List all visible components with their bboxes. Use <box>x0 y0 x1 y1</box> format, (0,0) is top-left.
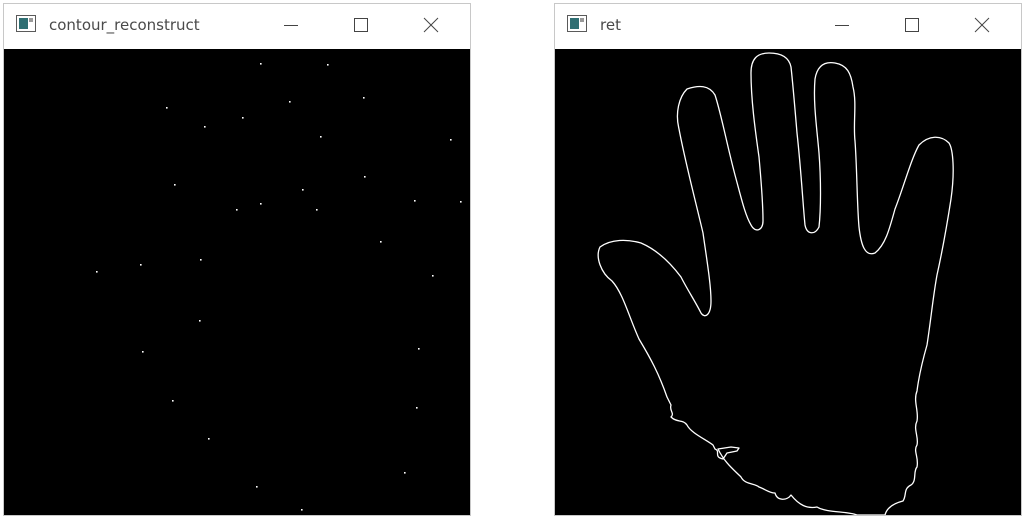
maximize-icon <box>354 18 368 32</box>
contour-point <box>432 275 434 277</box>
contour-point <box>301 509 303 511</box>
image-canvas <box>4 49 470 515</box>
app-window-icon <box>567 15 587 32</box>
contour-point <box>302 189 304 191</box>
minimize-icon <box>284 25 298 26</box>
maximize-icon <box>905 18 919 32</box>
maximize-button[interactable] <box>895 11 929 39</box>
contour-point <box>242 117 244 119</box>
minimize-button[interactable] <box>825 11 859 39</box>
window-title: contour_reconstruct <box>49 16 200 34</box>
contour-point <box>327 64 329 66</box>
title-bar[interactable]: ret <box>555 4 1021 48</box>
contour-point <box>166 107 168 109</box>
contour-point <box>200 259 202 261</box>
contour-point <box>256 486 258 488</box>
contour-point <box>414 200 416 202</box>
contour-point <box>140 264 142 266</box>
window-title: ret <box>600 16 621 34</box>
close-button[interactable] <box>965 11 999 39</box>
contour-point <box>418 348 420 350</box>
contour-point <box>316 209 318 211</box>
contour-point <box>364 176 366 178</box>
minimize-button[interactable] <box>274 11 308 39</box>
image-canvas <box>555 49 1021 515</box>
contour-point <box>96 271 98 273</box>
app-window-icon <box>16 15 36 32</box>
minimize-icon <box>835 25 849 26</box>
window-contour-reconstruct: contour_reconstruct <box>3 3 471 516</box>
contour-point <box>404 472 406 474</box>
contour-point <box>204 126 206 128</box>
window-ret: ret <box>554 3 1022 516</box>
contour-point <box>450 139 452 141</box>
contour-point <box>236 209 238 211</box>
hand-contour <box>597 52 954 515</box>
contour-point <box>260 203 262 205</box>
close-icon <box>423 17 439 33</box>
title-bar[interactable]: contour_reconstruct <box>4 4 470 48</box>
contour-point <box>174 184 176 186</box>
contour-point <box>416 407 418 409</box>
maximize-button[interactable] <box>344 11 378 39</box>
contour-points <box>96 63 462 511</box>
contour-point <box>320 136 322 138</box>
contour-point <box>172 400 174 402</box>
close-button[interactable] <box>414 11 448 39</box>
contour-point <box>363 97 365 99</box>
contour-point <box>380 241 382 243</box>
contour-point <box>260 63 262 65</box>
contour-point <box>142 351 144 353</box>
contour-point <box>199 320 201 322</box>
contour-point <box>208 438 210 440</box>
contour-point <box>460 201 462 203</box>
contour-point <box>289 101 291 103</box>
close-icon <box>974 17 990 33</box>
